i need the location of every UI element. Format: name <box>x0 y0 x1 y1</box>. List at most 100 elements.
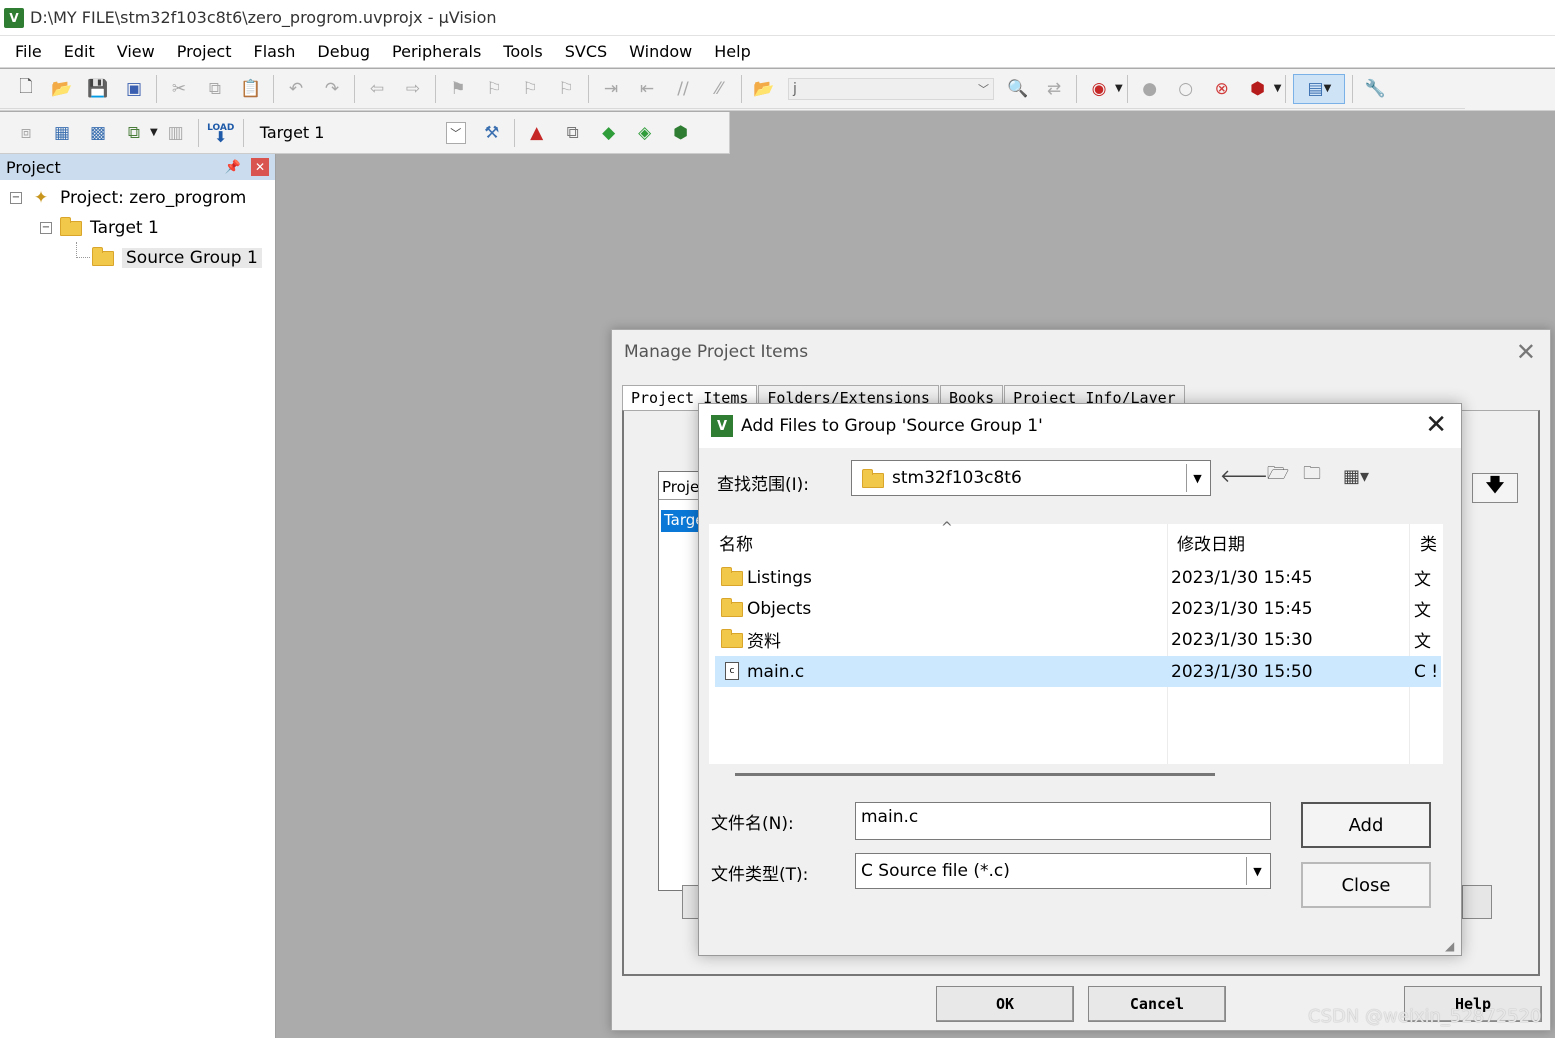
wrench-icon[interactable]: 🔧 <box>1360 74 1390 104</box>
list-item[interactable]: Listings 2023/1/30 15:45 文 <box>715 562 1441 593</box>
menu-debug[interactable]: Debug <box>306 37 381 67</box>
add-button[interactable]: Add <box>1301 802 1431 848</box>
project-panel-header: Project 📌 ✕ <box>0 154 275 180</box>
select-packs-icon[interactable]: ◈ <box>630 118 660 148</box>
run-time-env-icon[interactable]: ⬢ <box>666 118 696 148</box>
open-folder-icon[interactable]: 📂 <box>47 74 77 104</box>
chevron-down-icon[interactable]: ▼ <box>1246 857 1268 885</box>
menu-project[interactable]: Project <box>166 37 243 67</box>
file-list[interactable]: ^ 名称 修改日期 类 Listings 2023/1/30 15:45 文 O… <box>709 520 1443 764</box>
collapse-icon[interactable]: − <box>10 192 22 204</box>
look-in-select[interactable]: stm32f103c8t6 ▼ <box>851 460 1211 496</box>
breakpoint-kill-icon[interactable]: ⊗ <box>1207 74 1237 104</box>
chevron-down-icon[interactable]: ▼ <box>1115 83 1123 94</box>
uncomment-icon[interactable]: ⁄⁄ <box>704 74 734 104</box>
resize-grip-icon[interactable]: ◢ <box>1445 939 1459 953</box>
folder-icon <box>862 468 884 488</box>
save-icon[interactable]: 💾 <box>83 74 113 104</box>
menu-window[interactable]: Window <box>618 37 703 67</box>
menu-peripherals[interactable]: Peripherals <box>381 37 492 67</box>
column-header-name[interactable]: 名称 <box>719 530 753 555</box>
nav-forward-icon[interactable]: ⇨ <box>398 74 428 104</box>
indent-icon[interactable]: ⇥ <box>596 74 626 104</box>
pin-icon[interactable]: 📌 <box>225 160 241 175</box>
menu-tools[interactable]: Tools <box>492 37 553 67</box>
prev-bookmark-icon[interactable]: ⚐ <box>479 74 509 104</box>
bookmark-icon[interactable]: ⚑ <box>443 74 473 104</box>
view-menu-icon[interactable]: ▦▾ <box>1335 462 1377 490</box>
close-icon[interactable]: ✕ <box>1516 338 1536 366</box>
filetype-select[interactable]: C Source file (*.c) ▼ <box>855 853 1271 889</box>
breakpoint-disable-icon[interactable]: ○ <box>1171 74 1201 104</box>
debug-session-icon[interactable]: ◉ <box>1084 74 1114 104</box>
batch-build-icon[interactable]: ⧉ <box>119 118 149 148</box>
menu-edit[interactable]: Edit <box>53 37 106 67</box>
incremental-find-icon[interactable]: ⇄ <box>1039 74 1069 104</box>
chevron-down-icon[interactable]: ▼ <box>1186 464 1208 492</box>
ok-button[interactable]: OK <box>936 986 1074 1022</box>
cut-icon[interactable]: ✂ <box>164 74 194 104</box>
dialog-title-bar: V Add Files to Group 'Source Group 1' ✕ <box>699 404 1461 448</box>
list-item[interactable]: 资料 2023/1/30 15:30 文 <box>715 624 1441 655</box>
menu-help[interactable]: Help <box>703 37 761 67</box>
tree-item-source-group[interactable]: Source Group 1 <box>90 244 262 272</box>
nav-back-icon[interactable]: ⇦ <box>362 74 392 104</box>
chevron-down-icon[interactable]: ▼ <box>1274 83 1282 94</box>
tree-item-project[interactable]: − ✦ Project: zero_progrom <box>10 184 246 212</box>
manage-components-icon[interactable]: ▲ <box>522 118 552 148</box>
chevron-down-icon[interactable]: ﹀ <box>978 81 989 97</box>
horizontal-scrollbar[interactable] <box>735 773 1215 776</box>
next-bookmark-icon[interactable]: ⚐ <box>515 74 545 104</box>
toolbar-separator <box>513 118 515 147</box>
collapse-icon[interactable]: − <box>40 222 52 234</box>
column-header-type[interactable]: 类 <box>1420 530 1437 555</box>
copy-icon[interactable]: ⧉ <box>200 74 230 104</box>
back-arrow-icon[interactable]: 🡐 <box>1220 462 1268 490</box>
target-options-icon[interactable]: ⚒ <box>477 118 507 148</box>
undo-icon[interactable]: ↶ <box>281 74 311 104</box>
toolbar-separator <box>435 74 436 103</box>
new-file-icon[interactable]: 🗋 <box>11 74 41 104</box>
menu-flash[interactable]: Flash <box>242 37 306 67</box>
breakpoint-all-icon[interactable]: ⬢ <box>1243 74 1273 104</box>
stop-build-icon[interactable]: ▥ <box>161 118 191 148</box>
new-folder-icon[interactable]: 🗀 <box>1299 462 1325 490</box>
file-date: 2023/1/30 15:45 <box>1171 598 1313 619</box>
target-select[interactable]: Target 1 ﹀ <box>253 119 468 146</box>
redo-icon[interactable]: ↷ <box>317 74 347 104</box>
column-header-date[interactable]: 修改日期 <box>1177 530 1245 555</box>
filename-input[interactable]: main.c <box>855 802 1271 840</box>
find-icon[interactable]: 🔍 <box>1003 74 1033 104</box>
list-item[interactable]: Objects 2023/1/30 15:45 文 <box>715 593 1441 624</box>
close-icon[interactable]: ✕ <box>251 158 269 176</box>
move-down-button[interactable]: 🡇 <box>1472 473 1518 503</box>
rebuild-icon[interactable]: ▩ <box>83 118 113 148</box>
build-icon[interactable]: ▦ <box>47 118 77 148</box>
add-files-button[interactable] <box>1462 885 1492 919</box>
save-all-icon[interactable]: ▣ <box>119 74 149 104</box>
chevron-down-icon[interactable]: ▼ <box>150 127 158 138</box>
load-icon[interactable]: LOAD ⬇ <box>206 118 236 148</box>
list-item-selected[interactable]: c main.c 2023/1/30 15:50 C ! <box>715 656 1441 687</box>
tree-item-target[interactable]: − Target 1 <box>40 214 159 242</box>
find-in-files-icon[interactable]: 📂 <box>749 74 779 104</box>
breakpoint-icon[interactable]: ● <box>1135 74 1165 104</box>
find-combo[interactable]: j ﹀ <box>788 77 994 100</box>
paste-icon[interactable]: 📋 <box>236 74 266 104</box>
pack-installer-icon[interactable]: ◆ <box>594 118 624 148</box>
translate-icon[interactable]: ⧈ <box>11 118 41 148</box>
menu-file[interactable]: File <box>4 37 53 67</box>
cancel-button[interactable]: Cancel <box>1088 986 1226 1022</box>
up-folder-icon[interactable]: 🗁 <box>1265 462 1291 490</box>
window-layout-icon[interactable]: ▤ ▼ <box>1293 73 1346 104</box>
unindent-icon[interactable]: ⇤ <box>632 74 662 104</box>
menu-svcs[interactable]: SVCS <box>554 37 618 67</box>
close-button[interactable]: Close <box>1301 862 1431 908</box>
comment-icon[interactable]: // <box>668 74 698 104</box>
dialog-title: Add Files to Group 'Source Group 1' <box>741 416 1043 436</box>
menu-view[interactable]: View <box>106 37 166 67</box>
close-icon[interactable]: ✕ <box>1425 410 1447 440</box>
chevron-down-icon[interactable]: ﹀ <box>445 121 466 144</box>
file-extensions-icon[interactable]: ⧉ <box>558 118 588 148</box>
clear-bookmarks-icon[interactable]: ⚐ <box>551 74 581 104</box>
